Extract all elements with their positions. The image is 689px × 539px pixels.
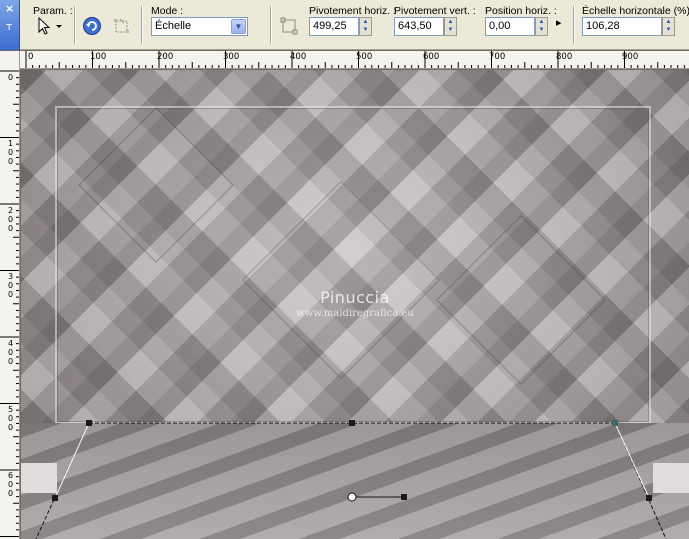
pos-h-input[interactable]: 0,00 [485, 17, 535, 36]
mode-select[interactable]: Échelle ▼ [151, 17, 248, 36]
chevron-down-icon[interactable]: ▼ [231, 19, 246, 34]
reset-icon [83, 17, 101, 35]
ruler-tick-label: 300 [223, 52, 240, 62]
pivot-v-label: Pivotement vert. : [394, 5, 476, 17]
ruler-tick-label: 800 [556, 52, 573, 62]
transform-button[interactable] [111, 15, 133, 37]
pos-h-label: Position horiz. : [485, 5, 557, 17]
scale-h-label: Échelle horizontale (%) [582, 5, 689, 17]
image-canvas[interactable]: Pinuccia www.maidiregrafica.eu [21, 70, 689, 539]
scale-h-spinner[interactable]: ▲ ▼ [662, 17, 675, 36]
pin-icon[interactable]: ᴛ [6, 20, 12, 33]
corner-handle[interactable] [612, 420, 618, 426]
reset-button[interactable] [81, 15, 103, 37]
horizontal-ruler: 0 100 200 300 400 500 600 700 800 900 [20, 51, 689, 69]
scale-h-input[interactable]: 106,28 [582, 17, 662, 36]
ruler-tick-label: 300 [7, 272, 14, 299]
ruler-tick-label: 600 [423, 52, 440, 62]
edge-handle[interactable] [349, 420, 355, 426]
pivot-point-button[interactable] [278, 15, 300, 37]
ruler-tick-label: 500 [356, 52, 373, 62]
ruler-tick-label: 200 [7, 206, 14, 233]
ruler-tick-label: 400 [290, 52, 307, 62]
pivot-handle[interactable] [347, 492, 357, 502]
ruler-tick-label: 0 [7, 73, 14, 82]
corner-handle[interactable] [86, 420, 92, 426]
tool-options-bar: × ᴛ Param. : Mode : Échelle ▼ Pivotement… [0, 0, 689, 50]
presets-button[interactable] [34, 15, 62, 37]
pivot-h-spinner[interactable]: ▲ ▼ [359, 17, 372, 36]
vertical-ruler: 0 100 200 300 400 500 600 [0, 51, 20, 539]
edge-handle[interactable] [52, 495, 58, 501]
edge-handle[interactable] [646, 495, 652, 501]
close-icon[interactable]: × [5, 2, 14, 15]
ruler-tick-label: 400 [7, 339, 14, 366]
ruler-tick-label: 0 [28, 52, 34, 62]
more-options-arrow[interactable]: ▸ [556, 16, 562, 29]
ruler-tick-label: 100 [7, 139, 14, 166]
ruler-tick-label: 500 [7, 405, 14, 432]
ruler-tick-label: 600 [7, 471, 14, 498]
transform-icon [114, 18, 129, 33]
pivot-v-spinner[interactable]: ▲ ▼ [444, 17, 457, 36]
pivot-h-label: Pivotement horiz. : [309, 5, 396, 17]
pos-h-spinner[interactable]: ▲ ▼ [535, 17, 548, 36]
mode-label: Mode : [151, 5, 184, 17]
pivot-h-input[interactable]: 499,25 [309, 17, 359, 36]
rotation-handle[interactable] [401, 494, 407, 500]
mode-select-value: Échelle [155, 20, 192, 32]
ruler-tick-label: 200 [157, 52, 174, 62]
deform-bounding-box [35, 420, 667, 539]
ruler-tick-label: 700 [489, 52, 506, 62]
pointer-icon [38, 16, 62, 35]
pivot-v-input[interactable]: 643,50 [394, 17, 444, 36]
ruler-tick-label: 900 [622, 52, 639, 62]
palette-grip[interactable]: × ᴛ [0, 0, 20, 50]
pivot-icon [280, 17, 298, 35]
ruler-tick-label: 100 [90, 52, 107, 62]
